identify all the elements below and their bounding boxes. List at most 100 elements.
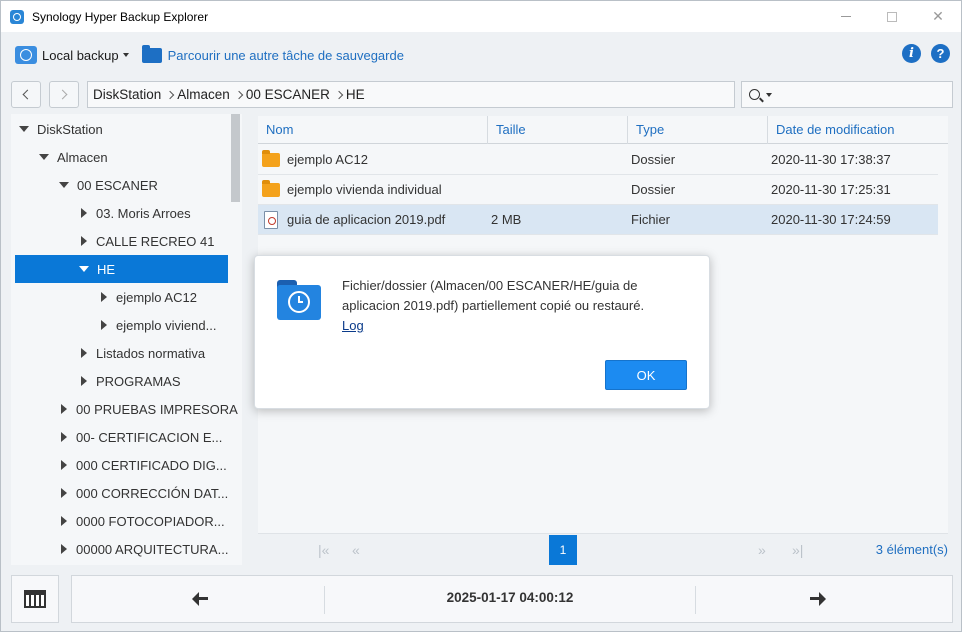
breadcrumb-item[interactable]: HE bbox=[346, 87, 365, 102]
folder-tree: DiskStation Almacen 00 ESCANER 03. Moris Ar… bbox=[11, 114, 242, 565]
tree-item-label: DiskStation bbox=[37, 121, 103, 137]
breadcrumb-separator-icon bbox=[166, 90, 175, 99]
expand-triangle-right-icon[interactable] bbox=[81, 236, 87, 246]
column-header-modified[interactable]: Date de modification bbox=[768, 116, 948, 144]
tree-item-label: PROGRAMAS bbox=[96, 373, 181, 389]
version-timeline: 2025-01-17 04:00:12 bbox=[71, 575, 953, 623]
tree-item-label: 00000 ARQUITECTURA... bbox=[76, 541, 229, 557]
tree-item[interactable]: ejemplo AC12 bbox=[15, 283, 228, 311]
tree-item[interactable]: 03. Moris Arroes bbox=[15, 199, 228, 227]
tree-item[interactable]: Almacen bbox=[15, 143, 228, 171]
column-header-name[interactable]: Nom bbox=[258, 116, 488, 144]
expand-triangle-right-icon[interactable] bbox=[61, 432, 67, 442]
column-header-type[interactable]: Type bbox=[628, 116, 768, 144]
tree-item[interactable]: 00 PRUEBAS IMPRESORA bbox=[15, 395, 238, 423]
current-page-button[interactable]: 1 bbox=[549, 535, 577, 565]
back-button[interactable] bbox=[11, 81, 41, 108]
tree-item-label: Almacen bbox=[57, 149, 108, 165]
expand-triangle-right-icon[interactable] bbox=[81, 376, 87, 386]
tree-item-label: 00 ESCANER bbox=[77, 177, 158, 193]
expand-triangle-down-icon[interactable] bbox=[19, 126, 29, 132]
expand-triangle-right-icon[interactable] bbox=[61, 544, 67, 554]
search-box[interactable] bbox=[741, 81, 953, 108]
close-button[interactable]: ✕ bbox=[915, 1, 961, 32]
maximize-button[interactable] bbox=[869, 1, 915, 32]
tree-scrollbar[interactable] bbox=[231, 114, 240, 202]
title-bar: Synology Hyper Backup Explorer ✕ bbox=[1, 1, 961, 32]
minimize-button[interactable] bbox=[823, 1, 869, 32]
minimize-icon bbox=[841, 16, 851, 17]
table-row[interactable]: guia de aplicacion 2019.pdf 2 MB Fichier 20… bbox=[258, 205, 938, 235]
info-button[interactable]: i bbox=[902, 44, 921, 63]
forward-button[interactable] bbox=[49, 81, 79, 108]
help-icon: ? bbox=[936, 46, 945, 61]
breadcrumb-item[interactable]: DiskStation bbox=[93, 87, 161, 102]
message-dialog: Fichier/dossier (Almacen/00 ESCANER/HE/g… bbox=[254, 255, 710, 409]
ok-button[interactable]: OK bbox=[605, 360, 687, 390]
tree-item-label: ejemplo viviend... bbox=[116, 317, 217, 333]
table-row[interactable]: ejemplo vivienda individual Dossier 2020-1… bbox=[258, 175, 938, 205]
expand-triangle-down-icon[interactable] bbox=[79, 266, 89, 272]
version-timeline-bar: 2025-01-17 04:00:12 bbox=[1, 567, 961, 631]
caret-down-icon bbox=[122, 53, 129, 57]
tree-item[interactable]: 00000 ARQUITECTURA... bbox=[15, 535, 228, 563]
info-icon: i bbox=[909, 46, 914, 61]
window-title: Synology Hyper Backup Explorer bbox=[32, 9, 209, 24]
help-button[interactable]: ? bbox=[931, 44, 950, 63]
browse-other-task-button[interactable]: Parcourir une autre tâche de sauvegarde bbox=[141, 40, 404, 70]
tree-item[interactable]: 00- CERTIFICACION E... bbox=[15, 423, 228, 451]
tree-item-label: Listados normativa bbox=[96, 345, 206, 361]
expand-triangle-right-icon[interactable] bbox=[101, 292, 107, 302]
tree-item[interactable]: ejemplo viviend... bbox=[15, 311, 228, 339]
tree-item[interactable]: Listados normativa bbox=[15, 339, 228, 367]
log-link[interactable]: Log bbox=[342, 318, 364, 333]
table-row[interactable]: ejemplo AC12 Dossier 2020-11-30 17:38:37 bbox=[258, 145, 938, 175]
tree-item[interactable]: PROGRAMAS bbox=[15, 367, 228, 395]
tree-item[interactable]: HE bbox=[15, 255, 228, 283]
tree-item[interactable]: 00 ESCANER bbox=[15, 171, 228, 199]
previous-version-arrow-icon[interactable] bbox=[192, 592, 208, 606]
app-window: Synology Hyper Backup Explorer ✕ Local b… bbox=[0, 0, 962, 632]
file-size: 2 MB bbox=[491, 212, 522, 227]
local-backup-label: Local backup bbox=[42, 47, 119, 63]
column-header-size[interactable]: Taille bbox=[488, 116, 628, 144]
tree-item[interactable]: 000 CORRECCIÓN DAT... bbox=[15, 479, 228, 507]
tree-item[interactable]: 0000 FOTOCOPIADOR... bbox=[15, 507, 228, 535]
expand-triangle-right-icon[interactable] bbox=[61, 460, 67, 470]
next-page-icon[interactable]: » bbox=[758, 542, 766, 558]
tree-item-label: 03. Moris Arroes bbox=[96, 205, 191, 221]
expand-triangle-right-icon[interactable] bbox=[81, 208, 87, 218]
file-list-header: Nom Taille Type Date de modification bbox=[258, 116, 948, 144]
previous-page-icon[interactable]: « bbox=[352, 542, 360, 558]
tree-item[interactable]: DiskStation bbox=[15, 115, 228, 143]
search-icon[interactable] bbox=[749, 89, 760, 100]
file-type: Dossier bbox=[631, 182, 676, 197]
local-backup-dropdown[interactable]: Local backup bbox=[15, 40, 129, 70]
tree-item-label: HE bbox=[97, 261, 116, 277]
tree-item[interactable]: 000 CERTIFICADO DIG... bbox=[15, 451, 228, 479]
breadcrumb-item[interactable]: Almacen bbox=[177, 87, 230, 102]
first-page-icon[interactable]: |« bbox=[318, 542, 329, 558]
expand-triangle-right-icon[interactable] bbox=[61, 516, 67, 526]
next-version-arrow-icon[interactable] bbox=[810, 592, 826, 606]
expand-triangle-right-icon[interactable] bbox=[81, 348, 87, 358]
tree-item-label: 0000 FOTOCOPIADOR... bbox=[76, 513, 225, 529]
breadcrumb-separator-icon bbox=[234, 90, 244, 99]
version-date: 2025-01-17 04:00:12 bbox=[446, 590, 574, 605]
calendar-button[interactable] bbox=[11, 575, 59, 623]
expand-triangle-right-icon[interactable] bbox=[101, 320, 107, 330]
file-name: ejemplo vivienda individual bbox=[287, 182, 442, 197]
app-logo-icon bbox=[10, 9, 24, 24]
maximize-icon bbox=[887, 11, 897, 22]
tree-item-label: 00 PRUEBAS IMPRESORA bbox=[76, 401, 238, 417]
last-page-icon[interactable]: »| bbox=[792, 542, 803, 558]
tree-item[interactable]: CALLE RECREO 41 bbox=[15, 227, 228, 255]
expand-triangle-right-icon[interactable] bbox=[61, 404, 67, 414]
breadcrumb-item[interactable]: 00 ESCANER bbox=[246, 87, 330, 102]
search-input[interactable] bbox=[778, 87, 948, 102]
expand-triangle-right-icon[interactable] bbox=[61, 488, 67, 498]
expand-triangle-down-icon[interactable] bbox=[59, 182, 69, 188]
expand-triangle-down-icon[interactable] bbox=[39, 154, 49, 160]
search-options-caret-icon[interactable] bbox=[766, 92, 772, 97]
chevron-left-icon bbox=[22, 89, 33, 100]
